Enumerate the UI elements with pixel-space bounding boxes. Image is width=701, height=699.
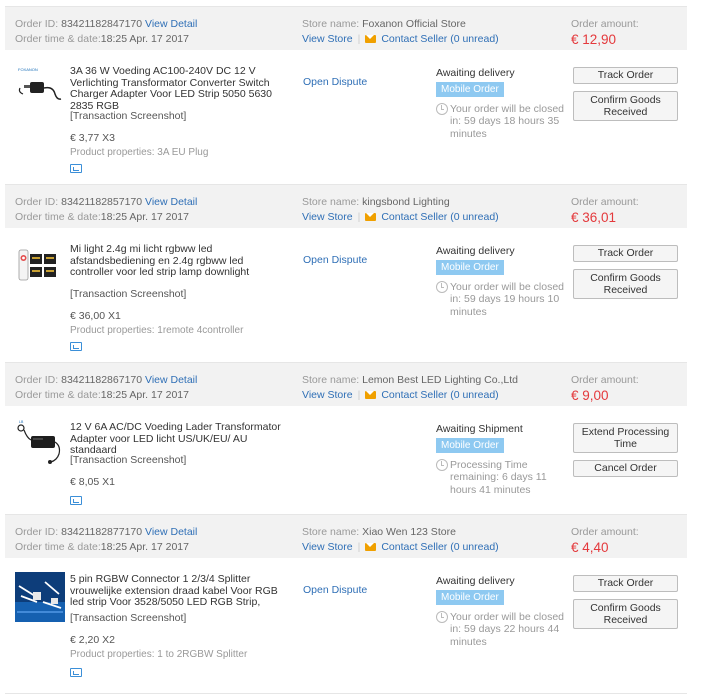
- product-price-qty: € 2,20 X2: [70, 634, 115, 646]
- view-store-link[interactable]: View Store: [302, 211, 353, 223]
- snapshot-icon[interactable]: [70, 668, 82, 677]
- store-name: Lemon Best LED Lighting Co.,Ltd: [362, 374, 518, 386]
- order-header: Order ID: 83421182867170 View Detail Ord…: [5, 362, 687, 406]
- store-name: Xiao Wen 123 Store: [362, 526, 456, 538]
- order-status: Awaiting Shipment: [436, 423, 523, 435]
- view-detail-link[interactable]: View Detail: [145, 526, 197, 538]
- order-time: 18:25 Apr. 17 2017: [100, 33, 189, 45]
- product-title[interactable]: 12 V 6A AC/DC Voeding Lader Transformato…: [70, 421, 288, 457]
- view-detail-link[interactable]: View Detail: [145, 18, 197, 30]
- cancel-order-button[interactable]: Cancel Order: [573, 460, 678, 477]
- order-header: Order ID: 83421182877170 View Detail Ord…: [5, 514, 687, 558]
- order-countdown: Your order will be closed in: 59 days 18…: [450, 103, 565, 140]
- confirm-goods-received-button[interactable]: Confirm Goods Received: [573, 91, 678, 121]
- contact-seller-link[interactable]: Contact Seller (0 unread): [381, 211, 498, 223]
- store-name: kingsbond Lighting: [362, 196, 450, 208]
- view-detail-link[interactable]: View Detail: [145, 374, 197, 386]
- track-order-button[interactable]: Track Order: [573, 67, 678, 84]
- mail-icon: [365, 391, 377, 399]
- order-countdown: Your order will be closed in: 59 days 22…: [450, 611, 565, 648]
- product-title[interactable]: 5 pin RGBW Connector 1 2/3/4 Splitter vr…: [70, 573, 288, 609]
- order-status: Awaiting delivery: [436, 575, 515, 587]
- order-status: Awaiting delivery: [436, 245, 515, 257]
- snapshot-icon[interactable]: [70, 342, 82, 351]
- product-thumbnail[interactable]: [15, 572, 65, 622]
- order-time: 18:25 Apr. 17 2017: [100, 541, 189, 553]
- order-time: 18:25 Apr. 17 2017: [100, 389, 189, 401]
- product-properties: Product properties: 1 to 2RGBW Splitter: [70, 649, 248, 660]
- clock-icon: [436, 459, 448, 471]
- order-id: 83421182867170: [61, 374, 143, 386]
- processing-time-remaining: Processing Time remaining: 6 days 11 hou…: [450, 459, 547, 496]
- product-thumbnail[interactable]: FOXANON: [15, 64, 65, 114]
- clock-icon: [436, 103, 448, 115]
- order-countdown: Your order will be closed in: 59 days 19…: [450, 281, 565, 318]
- mobile-order-badge: Mobile Order: [436, 82, 504, 97]
- product-title[interactable]: Mi light 2.4g mi licht rgbww led afstand…: [70, 243, 288, 279]
- contact-seller-link[interactable]: Contact Seller (0 unread): [381, 389, 498, 401]
- mobile-order-badge: Mobile Order: [436, 590, 504, 605]
- view-store-link[interactable]: View Store: [302, 541, 353, 553]
- track-order-button[interactable]: Track Order: [573, 575, 678, 592]
- open-dispute-link[interactable]: Open Dispute: [303, 584, 367, 596]
- order-amount: € 9,00: [571, 388, 609, 403]
- clock-icon: [436, 611, 448, 623]
- transaction-screenshot-link[interactable]: [Transaction Screenshot]: [70, 612, 186, 624]
- extend-processing-time-button[interactable]: Extend Processing Time: [573, 423, 678, 453]
- product-price-qty: € 8,05 X1: [70, 476, 115, 488]
- product-thumbnail[interactable]: [15, 242, 65, 292]
- product-price-qty: € 3,77 X3: [70, 132, 115, 144]
- order-id: 83421182877170: [61, 526, 143, 538]
- product-thumbnail[interactable]: LB: [15, 418, 65, 468]
- contact-seller-link[interactable]: Contact Seller (0 unread): [381, 541, 498, 553]
- confirm-goods-received-button[interactable]: Confirm Goods Received: [573, 269, 678, 299]
- confirm-goods-received-button[interactable]: Confirm Goods Received: [573, 599, 678, 629]
- order-time: 18:25 Apr. 17 2017: [100, 211, 189, 223]
- open-dispute-link[interactable]: Open Dispute: [303, 254, 367, 266]
- view-store-link[interactable]: View Store: [302, 389, 353, 401]
- product-properties: Product properties: 1remote 4controller: [70, 325, 244, 336]
- mail-icon: [365, 35, 377, 43]
- clock-icon: [436, 281, 448, 293]
- product-title[interactable]: 3A 36 W Voeding AC100-240V DC 12 V Verli…: [70, 65, 288, 112]
- transaction-screenshot-link[interactable]: [Transaction Screenshot]: [70, 110, 186, 122]
- mobile-order-badge: Mobile Order: [436, 260, 504, 275]
- order-amount: € 12,90: [571, 32, 617, 47]
- store-name: Foxanon Official Store: [362, 18, 466, 30]
- svg-text:FOXANON: FOXANON: [18, 67, 38, 72]
- transaction-screenshot-link[interactable]: [Transaction Screenshot]: [70, 288, 186, 300]
- mobile-order-badge: Mobile Order: [436, 438, 504, 453]
- snapshot-icon[interactable]: [70, 496, 82, 505]
- product-price-qty: € 36,00 X1: [70, 310, 121, 322]
- order-header: Order ID: 83421182857170 View Detail Ord…: [5, 184, 687, 228]
- product-properties: Product properties: 3A EU Plug: [70, 147, 209, 158]
- svg-text:LB: LB: [19, 420, 24, 424]
- list-bottom-divider: [5, 693, 687, 694]
- contact-seller-link[interactable]: Contact Seller (0 unread): [381, 33, 498, 45]
- track-order-button[interactable]: Track Order: [573, 245, 678, 262]
- open-dispute-link[interactable]: Open Dispute: [303, 76, 367, 88]
- transaction-screenshot-link[interactable]: [Transaction Screenshot]: [70, 454, 186, 466]
- mail-icon: [365, 213, 377, 221]
- order-amount: € 36,01: [571, 210, 617, 225]
- snapshot-icon[interactable]: [70, 164, 82, 173]
- view-store-link[interactable]: View Store: [302, 33, 353, 45]
- order-status: Awaiting delivery: [436, 67, 515, 79]
- order-amount: € 4,40: [571, 540, 609, 555]
- order-id: 83421182857170: [61, 196, 143, 208]
- view-detail-link[interactable]: View Detail: [145, 196, 197, 208]
- order-header: Order ID: 83421182847170 View Detail Ord…: [5, 6, 687, 50]
- order-id: 83421182847170: [61, 18, 143, 30]
- mail-icon: [365, 543, 377, 551]
